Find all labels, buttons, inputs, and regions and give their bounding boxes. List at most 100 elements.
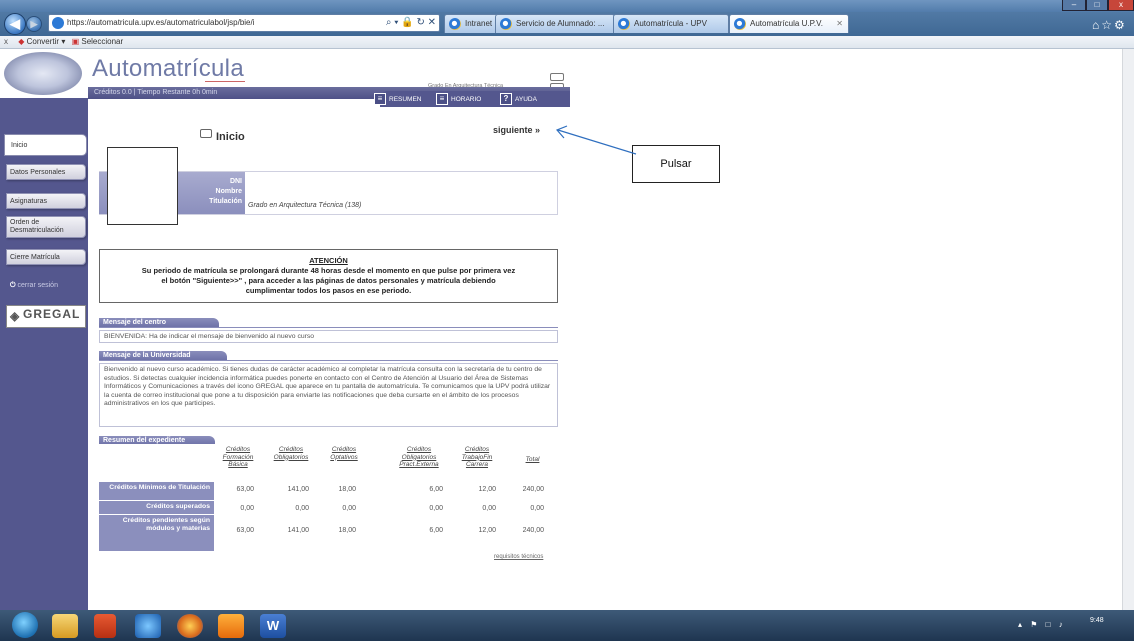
firefox-taskbar-icon[interactable]	[177, 614, 203, 638]
convert-icon: ◆	[18, 37, 25, 46]
sidebar-item-datos-personales[interactable]: Datos Personales	[6, 164, 86, 180]
ie-icon	[500, 18, 512, 30]
attention-title: ATENCIÓN	[309, 256, 348, 265]
ie-icon	[618, 18, 630, 30]
title-underline	[205, 81, 245, 82]
sidebar-item-inicio[interactable]: Inicio	[4, 134, 87, 156]
command-bar: x ◆ Convertir ▾ ▣ Seleccionar	[0, 36, 1134, 49]
vertical-scrollbar[interactable]	[1122, 49, 1134, 610]
resumen-label: RESUMEN	[389, 96, 422, 103]
home-star-gear-icon[interactable]: ⌂☆⚙	[1092, 18, 1127, 32]
outlook-taskbar-icon[interactable]	[218, 614, 244, 638]
resumen-cell: 12,00	[478, 527, 496, 534]
sidebar-item-orden-desmatriculacion[interactable]: Orden de Desmatriculación	[6, 216, 86, 238]
attention-notice: ATENCIÓN Su periodo de matrícula se prol…	[99, 249, 558, 303]
next-link[interactable]: siguiente »	[493, 125, 540, 135]
resumen-column-header: Créditos Formación Básica	[222, 446, 254, 468]
centro-message-body: BIENVENIDA: Ha de indicar el mensaje de …	[99, 330, 558, 343]
sidebar-item-cierre-matricula[interactable]: Cierre Matrícula	[6, 249, 86, 265]
tab-servicio-alumnado[interactable]: Servicio de Alumnado: ...	[495, 14, 615, 33]
calendar-icon: ≡	[436, 93, 448, 106]
checkbox-1[interactable]	[550, 73, 564, 81]
app-title: Automatrícula	[92, 55, 244, 82]
resumen-cell: 0,00	[482, 505, 496, 512]
photo-placeholder	[107, 147, 178, 225]
resumen-cell: 0,00	[530, 505, 544, 512]
window-titlebar	[0, 0, 1134, 12]
annotation-arrow-icon	[555, 125, 637, 155]
resumen-cell: 18,00	[338, 486, 356, 493]
resumen-row-label: Créditos Mínimos de Titulación	[99, 482, 214, 500]
gregal-logo[interactable]: ◈ GREGAL	[6, 305, 86, 328]
system-tray-icons[interactable]: ▴ ⚑ □ ♪	[1018, 620, 1066, 629]
upv-seal-logo	[4, 52, 82, 95]
horario-label: HORARIO	[451, 96, 482, 103]
resumen-row-label: Créditos superados	[99, 501, 214, 514]
help-icon: ?	[500, 93, 512, 106]
back-button[interactable]: ◀	[4, 13, 26, 35]
dni-label: DNI	[229, 178, 242, 185]
resumen-column-header: Créditos Optativos	[330, 446, 358, 461]
attention-line: cumplimentar todos los pasos en ese peri…	[245, 286, 412, 295]
tab-automatricula-active[interactable]: Automatrícula U.P.V. ✕	[729, 14, 849, 33]
resumen-cell: 0,00	[295, 505, 309, 512]
resumen-cell: 63,00	[236, 527, 254, 534]
address-url: https://automatricula.upv.es/automatricu…	[67, 18, 255, 27]
resumen-cell: 6,00	[429, 486, 443, 493]
word-taskbar-icon[interactable]: W	[260, 614, 286, 638]
resumen-button[interactable]: ≡ RESUMEN	[374, 93, 422, 107]
resumen-cell: 240,00	[522, 527, 544, 534]
attention-line: el botón "Siguiente>>" , para acceder a …	[161, 276, 496, 285]
credits-remaining-text: Créditos 0.0 | Tiempo Restante 0h 0min	[94, 89, 218, 96]
gregal-label: GREGAL	[23, 307, 81, 321]
resumen-cell: 18,00	[338, 527, 356, 534]
windows-taskbar	[0, 610, 1134, 641]
sidebar-item-asignaturas[interactable]: Asignaturas	[6, 193, 86, 209]
forward-button[interactable]: ▶	[26, 16, 42, 32]
taskbar-clock[interactable]: 9:48	[1090, 616, 1104, 625]
tab-label: Automatrícula U.P.V.	[750, 19, 823, 28]
sidebar-item-label: Inicio	[11, 142, 28, 149]
resumen-cell: 63,00	[236, 486, 254, 493]
resumen-table: Créditos Formación Básica Créditos Obliga…	[99, 444, 558, 552]
resumen-cell: 0,00	[240, 505, 254, 512]
power-icon: ⏻	[10, 282, 16, 289]
address-controls-icon[interactable]: ⌕ ▾ 🔒 ↻ ✕	[386, 15, 436, 31]
start-button[interactable]	[12, 612, 38, 638]
close-window-button[interactable]: x	[1108, 0, 1134, 11]
close-session-link[interactable]: ⏻ cerrar sesión	[10, 282, 58, 290]
requirements-link[interactable]: requisitos técnicos	[494, 554, 543, 560]
screen: – □ x ◀ ▶ https://automatricula.upv.es/a…	[0, 0, 1134, 641]
document-icon: ≡	[374, 93, 386, 106]
close-cmdbar-icon[interactable]: x	[4, 37, 8, 46]
tab-automatricula-upv[interactable]: Automatrícula - UPV	[613, 14, 729, 33]
arrow-shaft	[557, 129, 637, 155]
chevron-down-icon[interactable]: ▾	[61, 37, 65, 46]
attention-line: Su periodo de matrícula se prolongará du…	[141, 266, 516, 275]
ayuda-button[interactable]: ? AYUDA	[500, 93, 537, 107]
resumen-row-label: Créditos pendientes según módulos y mate…	[99, 515, 214, 551]
convert-button[interactable]: Convertir	[27, 37, 59, 46]
minimize-button[interactable]: –	[1062, 0, 1086, 11]
resumen-cell: 141,00	[287, 527, 309, 534]
nombre-label: Nombre	[215, 188, 242, 195]
ayuda-label: AYUDA	[515, 96, 537, 103]
maximize-button[interactable]: □	[1086, 0, 1108, 11]
close-tab-icon[interactable]: ✕	[836, 15, 843, 33]
ie-icon	[734, 18, 746, 30]
home-page-icon	[200, 129, 212, 138]
resumen-cell: 6,00	[429, 527, 443, 534]
tab-label: Servicio de Alumnado: ...	[516, 19, 605, 28]
media-taskbar-icon[interactable]	[94, 614, 116, 638]
resumen-cell: 240,00	[522, 486, 544, 493]
resumen-column-header: Créditos Obligatorios Pract.Externa	[399, 446, 439, 468]
select-icon: ▣	[71, 37, 80, 46]
tab-label: Automatrícula - UPV	[634, 19, 707, 28]
address-bar[interactable]: https://automatricula.upv.es/automatricu…	[48, 14, 440, 32]
select-button[interactable]: Seleccionar	[81, 37, 123, 46]
ie-taskbar-icon[interactable]	[135, 614, 161, 638]
explorer-taskbar-icon[interactable]	[52, 614, 78, 638]
annotation-box: Pulsar	[632, 145, 720, 183]
page-title: Inicio	[216, 131, 245, 143]
horario-button[interactable]: ≡ HORARIO	[436, 93, 481, 107]
